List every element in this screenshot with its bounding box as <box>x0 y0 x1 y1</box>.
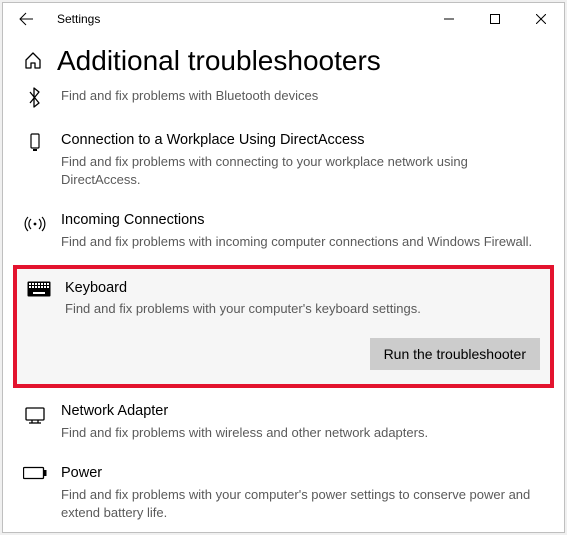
monitor-icon <box>23 131 47 189</box>
titlebar: Settings <box>3 3 564 35</box>
troubleshooter-item-keyboard-selected: Keyboard Find and fix problems with your… <box>13 265 554 389</box>
page-title: Additional troubleshooters <box>57 45 381 77</box>
page-header: Additional troubleshooters <box>3 35 564 85</box>
troubleshooter-item-incoming[interactable]: Incoming Connections Find and fix proble… <box>23 203 544 265</box>
troubleshooter-item-keyboard[interactable]: Keyboard Find and fix problems with your… <box>27 279 540 319</box>
troubleshooter-item-power[interactable]: Power Find and fix problems with your co… <box>23 456 544 532</box>
item-description: Find and fix problems with connecting to… <box>61 153 544 189</box>
maximize-button[interactable] <box>472 3 518 35</box>
item-description: Find and fix problems with wireless and … <box>61 424 544 442</box>
minimize-icon <box>444 14 454 24</box>
item-title: Keyboard <box>65 279 540 299</box>
item-description: Find and fix problems with your computer… <box>65 300 540 318</box>
arrow-left-icon <box>18 11 34 27</box>
item-title: Connection to a Workplace Using DirectAc… <box>61 131 544 151</box>
item-description: Find and fix problems with Bluetooth dev… <box>61 87 544 105</box>
bluetooth-icon <box>23 85 47 109</box>
settings-window: Settings Additional troubleshooters <box>2 2 565 533</box>
troubleshooter-item-bluetooth[interactable]: Bluetooth Find and fix problems with Blu… <box>23 85 544 123</box>
minimize-button[interactable] <box>426 3 472 35</box>
item-description: Find and fix problems with your computer… <box>61 486 544 522</box>
keyboard-icon <box>27 279 51 319</box>
antenna-icon <box>23 211 47 251</box>
close-button[interactable] <box>518 3 564 35</box>
item-title: Power <box>61 464 544 484</box>
item-description: Find and fix problems with incoming comp… <box>61 233 544 251</box>
home-icon[interactable] <box>23 51 43 71</box>
close-icon <box>536 14 546 24</box>
window-title: Settings <box>57 12 100 26</box>
troubleshooter-item-directaccess[interactable]: Connection to a Workplace Using DirectAc… <box>23 123 544 203</box>
maximize-icon <box>490 14 500 24</box>
item-title: Incoming Connections <box>61 211 544 231</box>
troubleshooter-list-container: Bluetooth Find and fix problems with Blu… <box>3 85 564 532</box>
back-button[interactable] <box>3 3 49 35</box>
network-adapter-icon <box>23 402 47 442</box>
battery-icon <box>23 464 47 522</box>
troubleshooter-item-network[interactable]: Network Adapter Find and fix problems wi… <box>23 394 544 456</box>
item-title: Network Adapter <box>61 402 544 422</box>
run-troubleshooter-button[interactable]: Run the troubleshooter <box>370 338 540 370</box>
